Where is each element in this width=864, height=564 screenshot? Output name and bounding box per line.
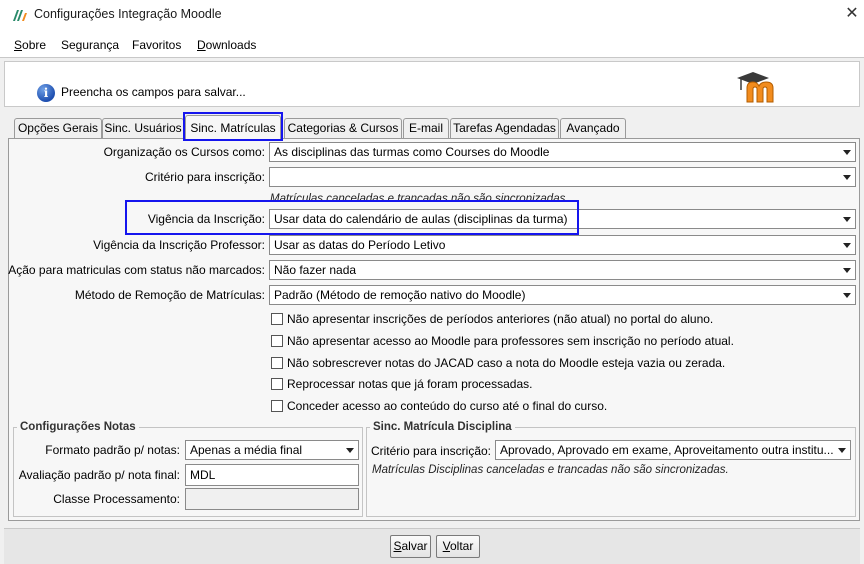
chevron-down-icon — [346, 448, 354, 453]
menu-label: Segurança — [61, 38, 120, 52]
vigencia-prof-value: Usar as datas do Período Letivo — [274, 238, 446, 252]
org-cursos-label: Organização os Cursos como: — [103, 145, 265, 159]
tab-email[interactable]: E-mail — [403, 118, 449, 138]
metodo-remocao-value: Padrão (Método de remoção nativo do Mood… — [274, 288, 526, 302]
chevron-down-icon — [843, 243, 851, 248]
disciplina-note: Matrículas Disciplinas canceladas e tran… — [372, 464, 729, 476]
button-bar — [4, 528, 860, 564]
acao-status-value: Não fazer nada — [274, 263, 357, 277]
back-button[interactable]: Voltar — [436, 535, 480, 558]
menu-downloads[interactable]: Downloads — [197, 38, 256, 52]
checkbox-reprocessar-notas[interactable] — [271, 378, 283, 390]
notas-group-title: Configurações Notas — [17, 421, 139, 433]
chevron-down-icon — [843, 293, 851, 298]
checkbox-label: Não apresentar inscrições de períodos an… — [287, 312, 714, 326]
button-label: oltar — [450, 539, 474, 553]
tab-categorias-cursos[interactable]: Categorias & Cursos — [284, 118, 402, 138]
avaliacao-label: Avaliação padrão p/ nota final: — [18, 468, 180, 482]
menu-favoritos[interactable]: Favoritos — [132, 38, 181, 52]
menu-sobre[interactable]: Sobre — [14, 38, 46, 52]
disciplina-criterio-label: Critério para inscrição: — [370, 444, 491, 458]
menu-seguranca[interactable]: Segurança — [61, 38, 119, 52]
checkbox-conceder-acesso[interactable] — [271, 400, 283, 412]
menu-label: Favoritos — [132, 38, 182, 52]
tab-tarefas-agendadas[interactable]: Tarefas Agendadas — [450, 118, 559, 138]
vigencia-label: Vigência da Inscrição: — [147, 212, 265, 226]
checkbox-label: Reprocessar notas que já foram processad… — [287, 377, 533, 391]
button-mnemonic: V — [442, 539, 450, 553]
checkbox-label: Não sobrescrever notas do JACAD caso a n… — [287, 356, 726, 370]
moodle-logo — [737, 72, 774, 103]
chevron-down-icon — [843, 268, 851, 273]
acao-status-select[interactable]: Não fazer nada — [269, 260, 856, 280]
disciplina-criterio-value: Aprovado, Aprovado em exame, Aproveitame… — [500, 443, 834, 457]
chevron-down-icon — [838, 448, 846, 453]
acao-status-label: Ação para matriculas com status não marc… — [8, 263, 265, 277]
info-icon: i — [37, 84, 55, 102]
button-label: alvar — [401, 539, 428, 553]
disciplina-criterio-select[interactable]: Aprovado, Aprovado em exame, Aproveitame… — [495, 440, 851, 460]
classe-input[interactable] — [185, 488, 359, 510]
menu-mnemonic: D — [197, 38, 206, 52]
classe-label: Classe Processamento: — [53, 492, 180, 506]
formato-label: Formato padrão p/ notas: — [45, 443, 180, 457]
tab-opcoes-gerais[interactable]: Opções Gerais — [14, 118, 102, 138]
moodle-integration-app-icon — [13, 10, 27, 21]
org-cursos-select[interactable]: As disciplinas das turmas como Courses d… — [269, 142, 856, 162]
checkbox-sobrescrever-notas[interactable] — [271, 357, 283, 369]
disciplina-group-title: Sinc. Matrícula Disciplina — [370, 421, 515, 433]
window-title: Configurações Integração Moodle — [34, 7, 222, 21]
checkbox-label: Não apresentar acesso ao Moodle para pro… — [287, 334, 734, 348]
checkbox-periodos-anteriores[interactable] — [271, 313, 283, 325]
metodo-remocao-label: Método de Remoção de Matrículas: — [74, 288, 265, 302]
checkbox-label: Conceder acesso ao conteúdo do curso até… — [287, 399, 608, 413]
menu-label: obre — [22, 38, 47, 52]
vigencia-select[interactable]: Usar data do calendário de aulas (discip… — [269, 209, 856, 229]
vigencia-value: Usar data do calendário de aulas (discip… — [274, 212, 568, 226]
info-message: Preencha os campos para salvar... — [61, 85, 246, 99]
menu-label: ownloads — [205, 38, 257, 52]
criterio-select[interactable] — [269, 167, 856, 187]
vigencia-prof-label: Vigência da Inscrição Professor: — [93, 238, 265, 252]
tab-sinc-usuarios[interactable]: Sinc. Usuários — [102, 118, 184, 138]
formato-value: Apenas a média final — [190, 443, 303, 457]
info-band: i Preencha os campos para salvar... — [4, 61, 860, 107]
vigencia-prof-select[interactable]: Usar as datas do Período Letivo — [269, 235, 856, 255]
formato-select[interactable]: Apenas a média final — [185, 440, 359, 460]
chevron-down-icon — [843, 217, 851, 222]
chevron-down-icon — [843, 175, 851, 180]
save-button[interactable]: Salvar — [390, 535, 431, 558]
metodo-remocao-select[interactable]: Padrão (Método de remoção nativo do Mood… — [269, 285, 856, 305]
menu-mnemonic: S — [14, 38, 23, 52]
avaliacao-input[interactable]: MDL — [185, 464, 359, 486]
org-cursos-value: As disciplinas das turmas como Courses d… — [274, 145, 550, 159]
criterio-label: Critério para inscrição: — [144, 170, 265, 184]
close-icon[interactable]: ✕ — [844, 4, 860, 24]
title-bar: Configurações Integração Moodle ✕ — [0, 0, 864, 31]
tab-avancado[interactable]: Avançado — [560, 118, 626, 138]
menu-bar: Sobre Segurança Favoritos Downloads — [0, 31, 864, 58]
checkbox-acesso-professores[interactable] — [271, 335, 283, 347]
button-mnemonic: S — [393, 539, 402, 553]
chevron-down-icon — [843, 150, 851, 155]
tab-sinc-matriculas[interactable]: Sinc. Matrículas — [185, 115, 281, 139]
